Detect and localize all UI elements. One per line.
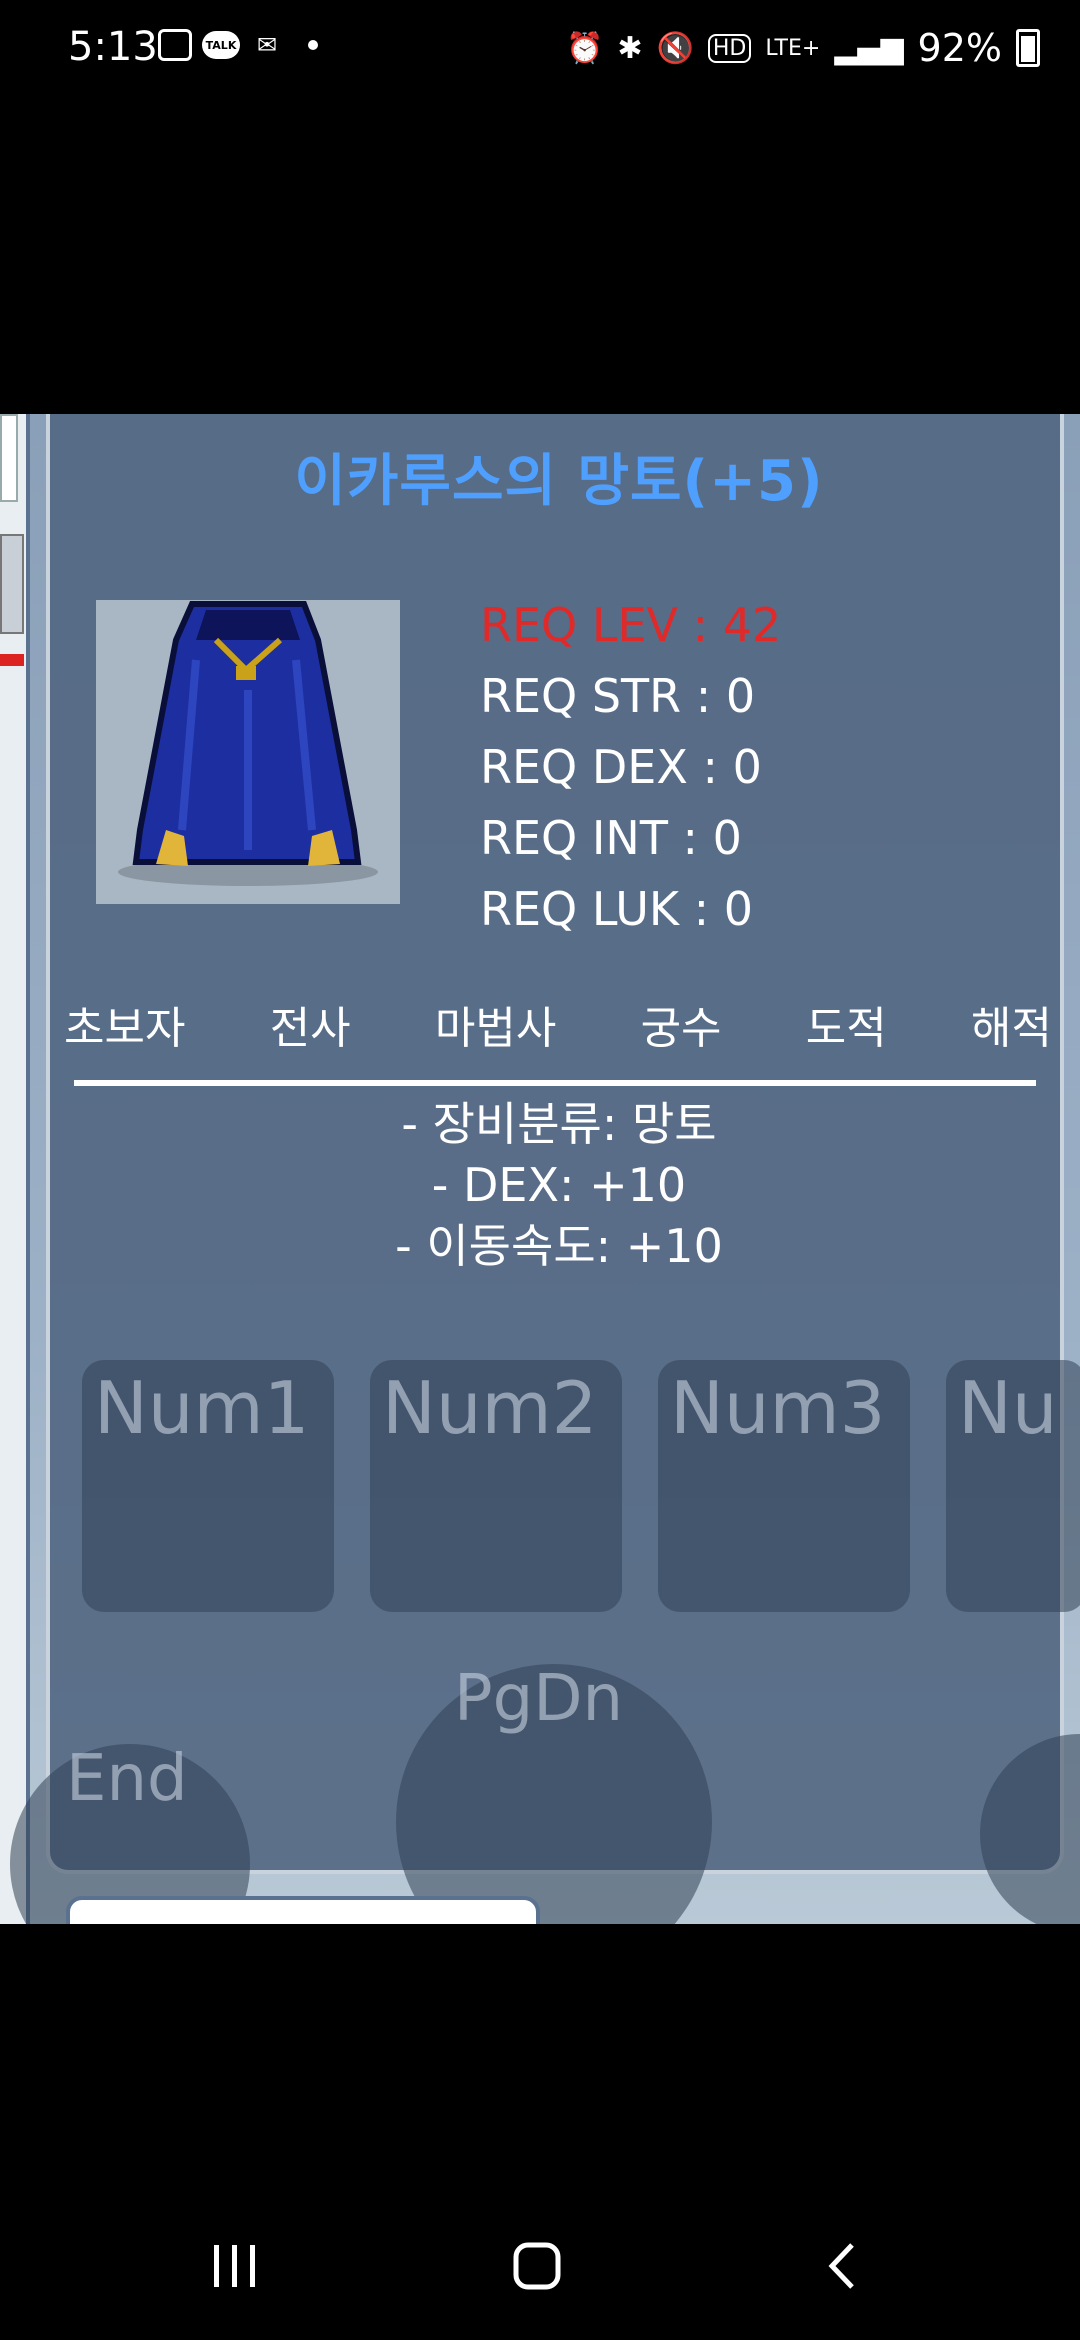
req-level: REQ LEV : 42 [480, 598, 782, 652]
divider [74, 1080, 1036, 1086]
bottom-bar-edge [66, 1896, 540, 1924]
job-magician: 마법사 [434, 1003, 557, 1054]
requirements: REQ LEV : 42 REQ STR : 0 REQ DEX : 0 REQ… [480, 590, 781, 945]
pgdn-label: PgDn [454, 1662, 624, 1736]
side-panel-button [0, 534, 24, 634]
mute-icon: 🔇 [656, 30, 694, 66]
status-bar: 5:13 TALK ✉ ⏰ ✱ 🔇 HD LTE+ ▂▄▆ 92% [0, 0, 1080, 100]
req-int: REQ INT : 0 [480, 811, 742, 865]
recents-icon[interactable] [212, 2240, 258, 2305]
back-icon[interactable] [824, 2240, 858, 2305]
system-icons: ⏰ ✱ 🔇 HD LTE+ ▂▄▆ 92% [566, 26, 1040, 70]
alarm-icon: ⏰ [565, 30, 604, 66]
game-screen: 이카루스의 망토(+5) REQ LEV : 42 REQ STR : 0 RE… [0, 414, 1080, 1924]
side-border-line [26, 414, 30, 1924]
notification-icons: TALK ✉ [158, 28, 318, 62]
navigation-bar [0, 2200, 1080, 2340]
signal-icon: ▂▄▆ [834, 30, 904, 66]
kakaotalk-icon: TALK [202, 31, 240, 59]
item-tooltip: 이카루스의 망토(+5) REQ LEV : 42 REQ STR : 0 RE… [10, 414, 1080, 1924]
stat-category: - 장비분류: 망토 [401, 1097, 717, 1151]
hotkey-num4[interactable]: Nu [946, 1360, 1080, 1612]
item-title: 이카루스의 망토(+5) [294, 449, 824, 514]
job-bowman: 궁수 [640, 1003, 722, 1054]
gallery-icon [158, 29, 192, 61]
hotkey-num2[interactable]: Num2 [370, 1360, 622, 1612]
job-thief: 도적 [805, 1003, 887, 1054]
job-pirate: 해적 [970, 1003, 1052, 1054]
stat-speed: - 이동속도: +10 [395, 1219, 723, 1273]
bluetooth-icon: ✱ [617, 30, 643, 66]
more-notifications-dot [308, 40, 318, 50]
req-str: REQ STR : 0 [480, 669, 756, 723]
hotkey-row: Num1 Num2 Num3 Nu [82, 1360, 1080, 1612]
item-image-box [96, 600, 400, 904]
button-pgdn[interactable]: PgDn [396, 1662, 712, 1924]
end-label: End [66, 1742, 188, 1816]
req-dex: REQ DEX : 0 [480, 740, 762, 794]
battery-icon [1016, 29, 1040, 67]
side-panel-top [0, 414, 18, 502]
req-luk: REQ LUK : 0 [480, 882, 754, 936]
stat-dex: - DEX: +10 [431, 1158, 687, 1212]
button-partial[interactable] [980, 1734, 1080, 1924]
hd-voice-icon: HD [707, 33, 752, 63]
home-icon[interactable] [512, 2240, 562, 2305]
hotkey-num3[interactable]: Num3 [658, 1360, 910, 1612]
status-time: 5:13 [68, 24, 158, 70]
blue-cape-icon [118, 601, 378, 886]
side-red-marker [0, 654, 24, 666]
hotkey-num1[interactable]: Num1 [82, 1360, 334, 1612]
lte-plus-icon: LTE+ [765, 35, 821, 61]
battery-percent: 92% [917, 26, 1002, 70]
job-beginner: 초보자 [64, 1003, 186, 1054]
job-list: 초보자 전사 마법사 궁수 도적 해적 [64, 992, 1064, 1056]
item-stats: - 장비분류: 망토 - DEX: +10 - 이동속도: +10 [50, 1094, 1068, 1277]
kakao-notification-icon: ✉ [256, 31, 278, 59]
side-ui-edge [0, 414, 30, 1924]
job-warrior: 전사 [269, 1003, 351, 1054]
